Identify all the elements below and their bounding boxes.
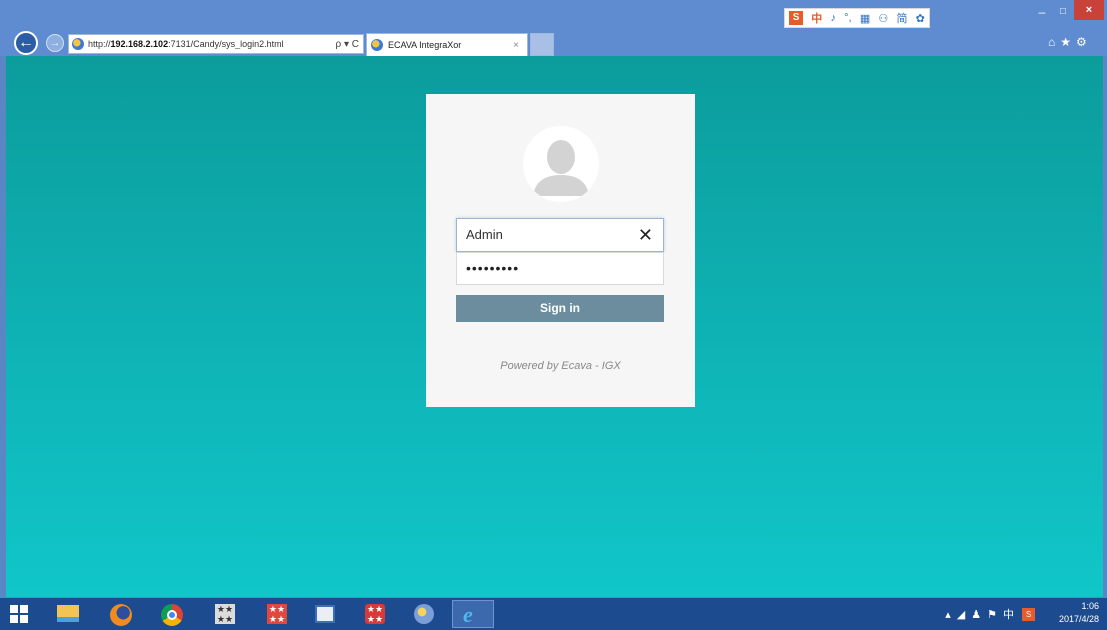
username-input[interactable]: Admin ✕: [456, 218, 664, 252]
ime-item[interactable]: ▦: [860, 12, 870, 25]
ime-item[interactable]: ♪: [830, 12, 836, 24]
browser-chrome: ← → http://192.168.2.102:7131/Candy/sys_…: [0, 0, 1107, 56]
ime-item[interactable]: ⚇: [878, 12, 888, 25]
qq-icon[interactable]: ♟: [971, 608, 987, 621]
close-window-button[interactable]: ×: [1074, 0, 1104, 20]
powered-by-text: Powered by Ecava - IGX: [500, 360, 621, 372]
new-tab-button[interactable]: [530, 33, 554, 56]
clear-icon[interactable]: ✕: [638, 219, 653, 251]
tab-close-icon[interactable]: ×: [513, 40, 519, 51]
username-value: Admin: [466, 227, 503, 242]
address-tools[interactable]: ρ ▾ C: [336, 39, 364, 50]
tab-favicon-icon: [371, 39, 383, 51]
forward-button[interactable]: →: [46, 34, 64, 52]
page-content: Admin ✕ ••••••••• Sign in Powered by Eca…: [6, 56, 1103, 597]
ime-item[interactable]: 简: [896, 10, 907, 26]
flag-icon[interactable]: ⚑: [987, 608, 1003, 621]
ime-settings-icon[interactable]: ✿: [916, 12, 925, 25]
address-bar[interactable]: http://192.168.2.102:7131/Candy/sys_logi…: [68, 34, 364, 54]
maximize-button[interactable]: □: [1054, 4, 1072, 20]
password-input[interactable]: •••••••••: [456, 252, 664, 285]
app-red-grid-icon[interactable]: ★★ ★★: [259, 600, 295, 628]
internet-explorer-icon[interactable]: e: [452, 600, 494, 628]
tab-title: ECAVA IntegraXor: [388, 40, 462, 50]
sign-in-button[interactable]: Sign in: [456, 295, 664, 322]
site-favicon-icon: [72, 38, 84, 50]
forward-arrow-icon: →: [49, 37, 61, 49]
clock-time: 1:06: [1081, 601, 1099, 611]
back-button[interactable]: ←: [14, 31, 38, 55]
firefox-icon[interactable]: [103, 600, 139, 628]
ime-item[interactable]: °,: [844, 12, 851, 24]
system-tray: ▴ ◢ ♟ ⚑ 中 S: [945, 606, 1035, 622]
app-grid-icon[interactable]: ★★ ★★: [207, 600, 243, 628]
ime-mode[interactable]: 中: [811, 10, 822, 26]
browser-tools[interactable]: ⌂★⚙: [1048, 35, 1092, 49]
start-button-icon[interactable]: [10, 605, 28, 623]
tray-expand-icon[interactable]: ▴: [945, 608, 957, 621]
login-card: Admin ✕ ••••••••• Sign in Powered by Eca…: [426, 94, 695, 407]
input-language-icon[interactable]: 中: [1003, 606, 1020, 622]
app-window-icon[interactable]: [307, 600, 343, 628]
file-explorer-icon[interactable]: [50, 600, 86, 628]
sougou-logo-icon[interactable]: S: [789, 11, 804, 25]
tab-ecava[interactable]: ECAVA IntegraXor ×: [366, 33, 528, 56]
back-arrow-icon: ←: [18, 34, 34, 51]
user-avatar-icon: [523, 126, 599, 202]
ime-toolbar: S 中 ♪ °, ▦ ⚇ 简 ✿: [784, 8, 930, 28]
url-text[interactable]: http://192.168.2.102:7131/Candy/sys_logi…: [88, 39, 336, 49]
minimize-button[interactable]: –: [1030, 4, 1054, 20]
clock-date: 2017/4/28: [1058, 614, 1099, 624]
sougou-tray-icon[interactable]: S: [1022, 607, 1035, 621]
app-red-stars-icon[interactable]: ★★ ★★: [357, 600, 393, 628]
clock[interactable]: 1:06 2017/4/28: [1041, 600, 1099, 626]
network-icon[interactable]: ◢: [957, 608, 971, 621]
paint-icon[interactable]: [406, 600, 442, 628]
chrome-icon[interactable]: [154, 600, 190, 628]
taskbar: ★★ ★★ ★★ ★★ ★★ ★★ e ▴ ◢ ♟ ⚑ 中 S 1:06 201…: [0, 598, 1107, 630]
